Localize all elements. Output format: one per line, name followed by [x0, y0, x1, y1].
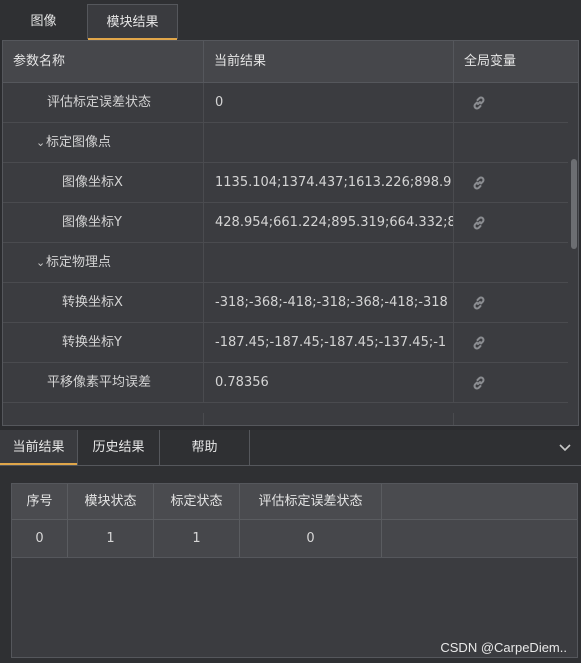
- table-row[interactable]: 图像坐标X 1135.104;1374.437;1613.226;898.9: [3, 163, 568, 203]
- results-area: 序号 模块状态 标定状态 评估标定误差状态 0 1 1 0 CSDN @Carp…: [0, 466, 581, 663]
- header-eval-error-status[interactable]: 评估标定误差状态: [240, 484, 382, 519]
- group-name: 标定图像点: [46, 135, 112, 150]
- scrollbar-thumb[interactable]: [571, 159, 577, 249]
- group-label: ⌄标定物理点: [3, 243, 204, 282]
- cell-calib-status: 1: [154, 520, 240, 557]
- group-label: ⌄标定图像点: [3, 123, 204, 162]
- params-table-header: 参数名称 当前结果 全局变量: [3, 41, 578, 83]
- header-param-name[interactable]: 参数名称: [3, 41, 204, 82]
- global-cell: [454, 243, 568, 282]
- global-cell: [454, 403, 568, 425]
- table-row[interactable]: 旋转像素平均误差 0: [3, 403, 568, 425]
- param-name: 图像坐标Y: [3, 203, 204, 242]
- table-row[interactable]: 转换坐标Y -187.45;-187.45;-187.45;-137.45;-1: [3, 323, 568, 363]
- param-value: [204, 123, 454, 162]
- cell-eval-error-status: 0: [240, 520, 382, 557]
- header-calib-status[interactable]: 标定状态: [154, 484, 240, 519]
- global-cell: [454, 203, 568, 242]
- param-name: 旋转像素平均误差: [3, 413, 204, 425]
- param-name: 评估标定误差状态: [3, 83, 204, 122]
- cell-module-status: 1: [68, 520, 154, 557]
- param-value: -187.45;-187.45;-187.45;-137.45;-1: [204, 323, 454, 362]
- link-icon[interactable]: [470, 94, 488, 112]
- param-name: 转换坐标X: [3, 283, 204, 322]
- link-icon[interactable]: [470, 294, 488, 312]
- chevron-down-icon[interactable]: [557, 439, 573, 455]
- param-value: 0: [204, 413, 454, 425]
- group-name: 标定物理点: [46, 255, 112, 270]
- tab-help[interactable]: 帮助: [160, 430, 250, 465]
- param-value: 0.78356: [204, 363, 454, 402]
- top-tab-bar: 图像 模块结果: [0, 0, 581, 40]
- watermark: CSDN @CarpeDiem..: [440, 640, 567, 655]
- header-current-result[interactable]: 当前结果: [204, 41, 454, 82]
- param-value: 0: [204, 83, 454, 122]
- global-cell: [454, 123, 568, 162]
- param-name: 转换坐标Y: [3, 323, 204, 362]
- tab-current-results[interactable]: 当前结果: [0, 430, 78, 465]
- link-icon[interactable]: [470, 334, 488, 352]
- link-icon[interactable]: [470, 174, 488, 192]
- cell-index: 0: [12, 520, 68, 557]
- header-index[interactable]: 序号: [12, 484, 68, 519]
- table-row[interactable]: 转换坐标X -318;-368;-418;-318;-368;-418;-318: [3, 283, 568, 323]
- global-cell: [454, 163, 568, 202]
- link-icon[interactable]: [470, 374, 488, 392]
- results-table: 序号 模块状态 标定状态 评估标定误差状态 0 1 1 0: [11, 483, 578, 658]
- table-row[interactable]: 平移像素平均误差 0.78356: [3, 363, 568, 403]
- global-cell: [454, 83, 568, 122]
- tab-history-results[interactable]: 历史结果: [78, 430, 160, 465]
- header-module-status[interactable]: 模块状态: [68, 484, 154, 519]
- tab-module-results[interactable]: 模块结果: [87, 4, 178, 40]
- param-name: 图像坐标X: [3, 163, 204, 202]
- param-value: [204, 243, 454, 282]
- param-name: 平移像素平均误差: [3, 363, 204, 402]
- link-icon[interactable]: [470, 214, 488, 232]
- chevron-down-icon[interactable]: ⌄: [36, 123, 46, 162]
- bottom-tab-bar: 当前结果 历史结果 帮助: [0, 430, 581, 466]
- param-value: -318;-368;-418;-318;-368;-418;-318: [204, 283, 454, 322]
- group-row[interactable]: ⌄标定物理点: [3, 243, 568, 283]
- param-value: 1135.104;1374.437;1613.226;898.9: [204, 163, 454, 202]
- tab-image[interactable]: 图像: [0, 4, 87, 39]
- table-row[interactable]: 0 1 1 0: [12, 520, 577, 558]
- global-cell: [454, 323, 568, 362]
- global-cell: [454, 283, 568, 322]
- results-table-header: 序号 模块状态 标定状态 评估标定误差状态: [12, 484, 577, 520]
- vertical-scrollbar[interactable]: [568, 83, 578, 425]
- table-row[interactable]: 图像坐标Y 428.954;661.224;895.319;664.332;8: [3, 203, 568, 243]
- group-row[interactable]: ⌄标定图像点: [3, 123, 568, 163]
- chevron-down-icon[interactable]: ⌄: [36, 243, 46, 282]
- param-value: 428.954;661.224;895.319;664.332;8: [204, 203, 454, 242]
- params-panel: 参数名称 当前结果 全局变量 评估标定误差状态 0 ⌄标定图像点 图像坐标X 1…: [2, 40, 579, 426]
- header-global-variable[interactable]: 全局变量: [454, 41, 578, 82]
- global-cell: [454, 363, 568, 402]
- table-row[interactable]: 评估标定误差状态 0: [3, 83, 568, 123]
